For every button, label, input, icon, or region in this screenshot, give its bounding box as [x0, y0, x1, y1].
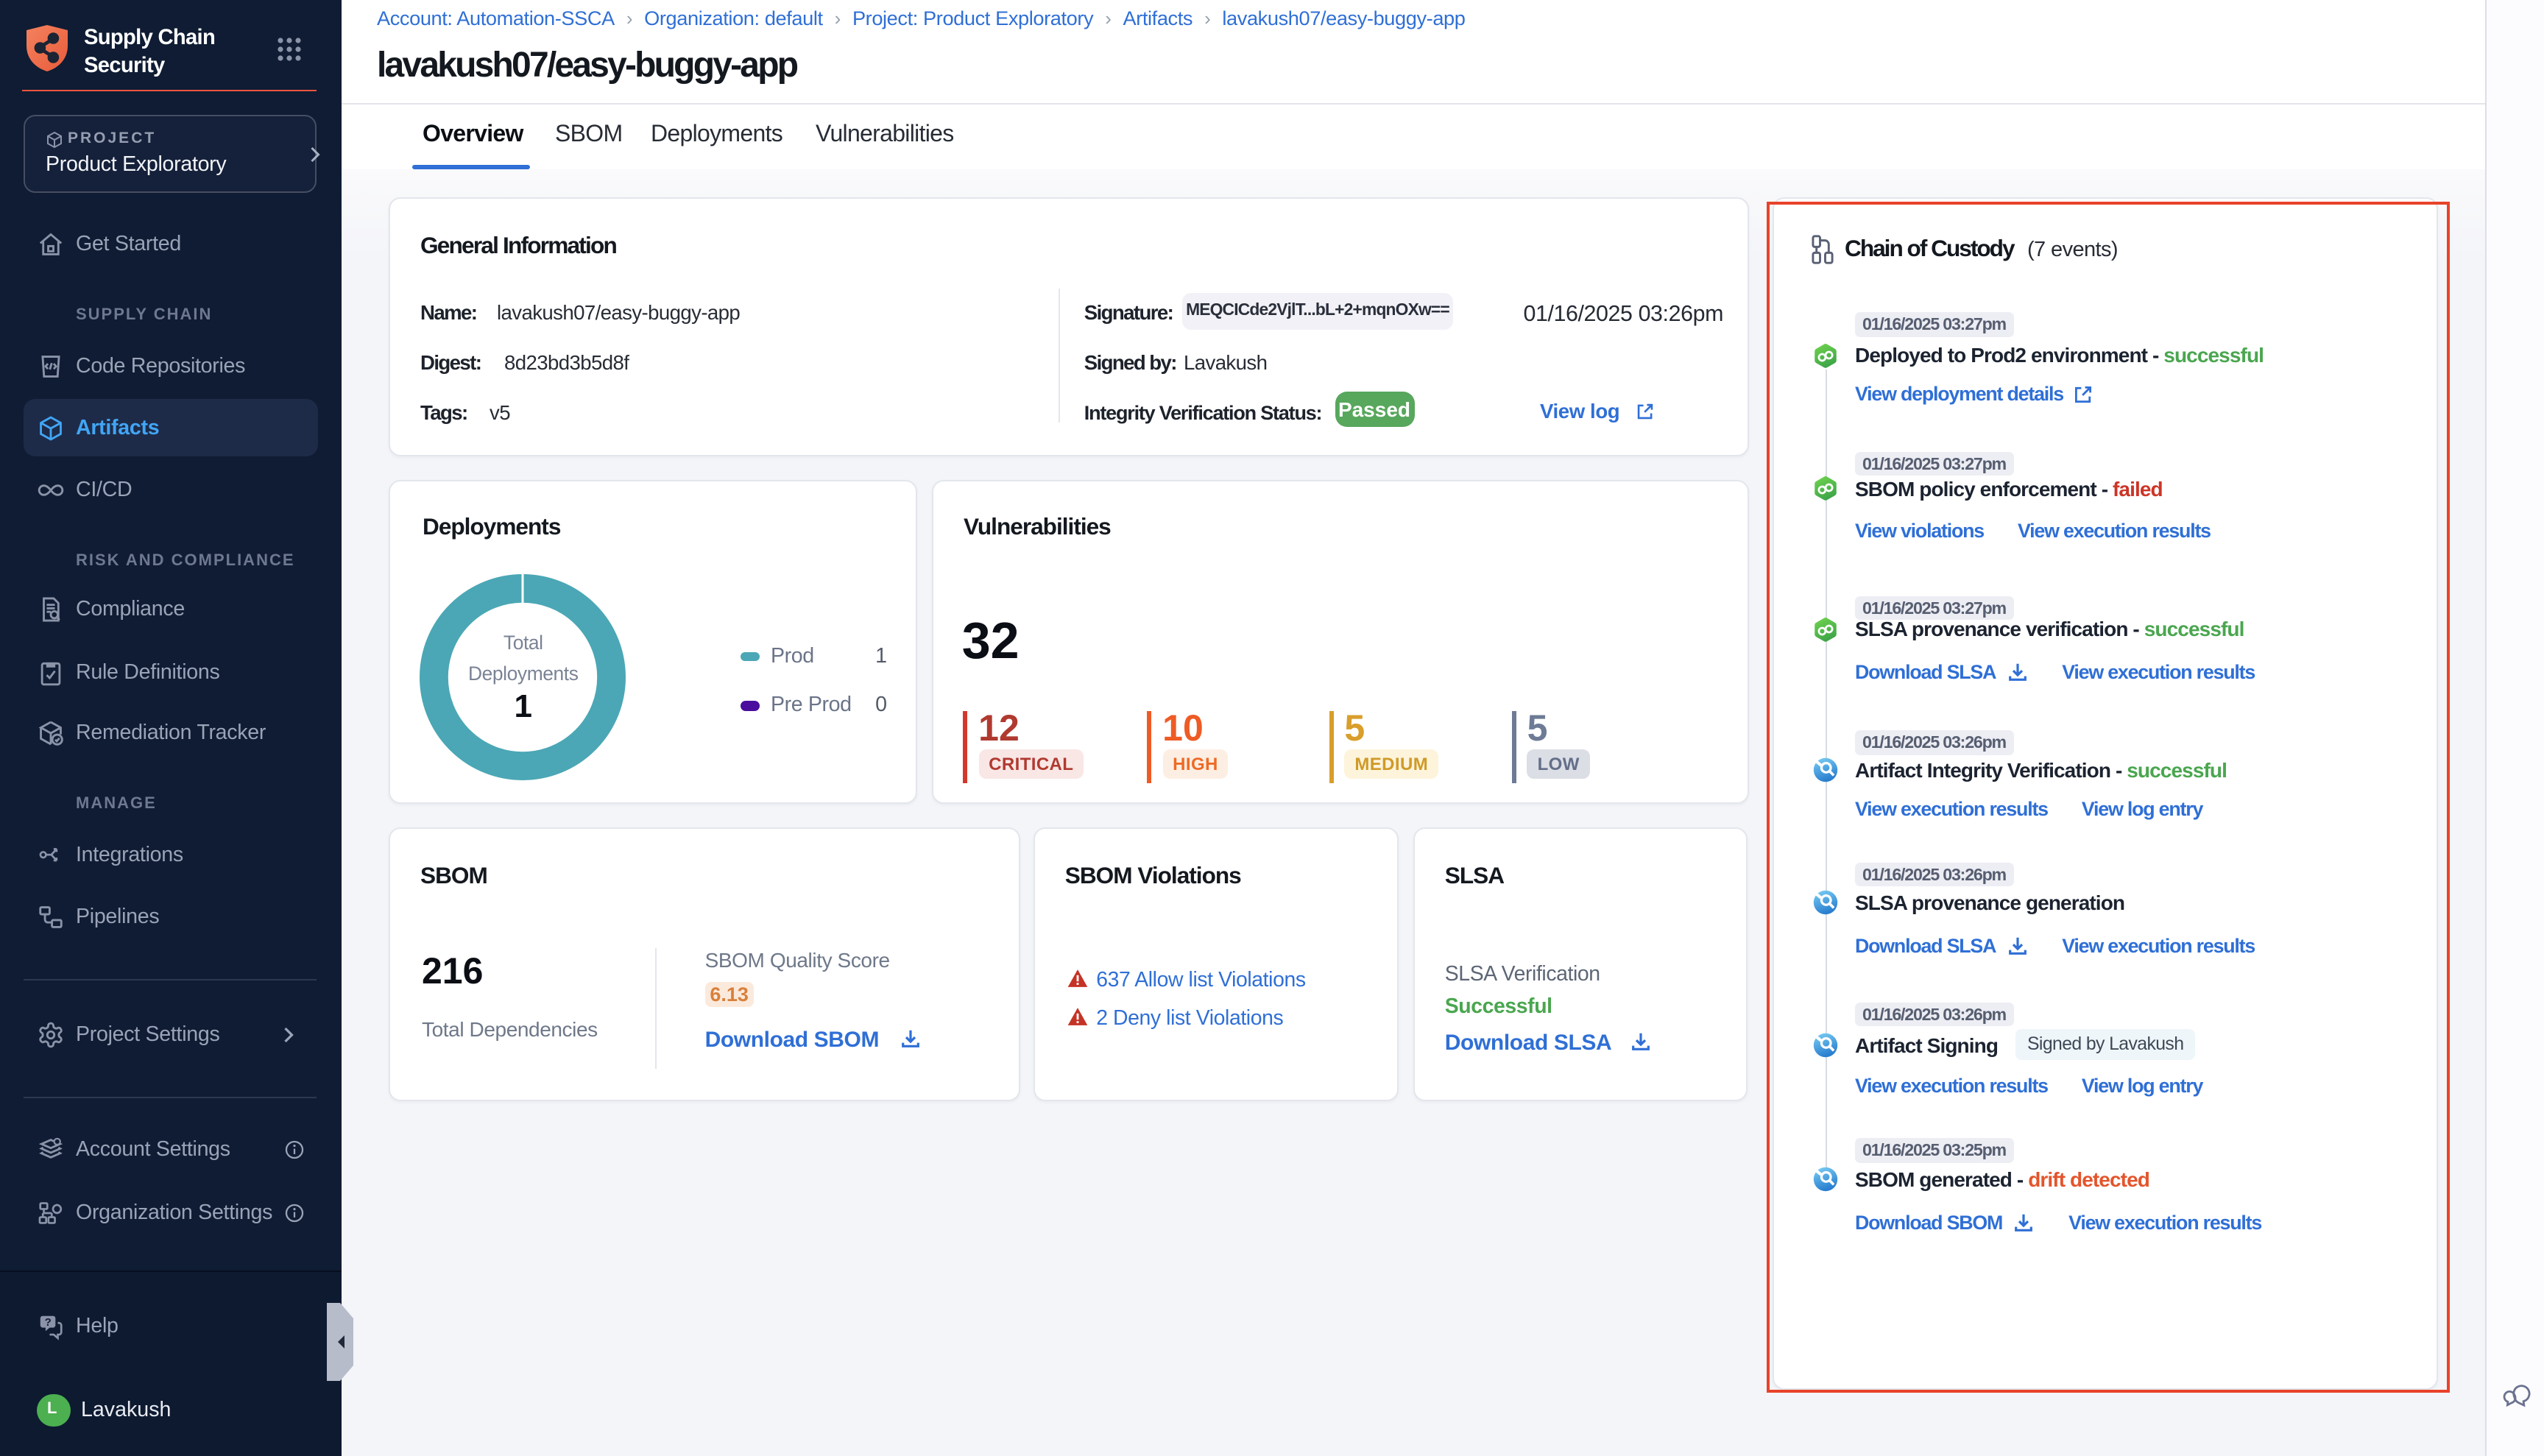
svg-text:?: ?	[45, 1316, 52, 1329]
